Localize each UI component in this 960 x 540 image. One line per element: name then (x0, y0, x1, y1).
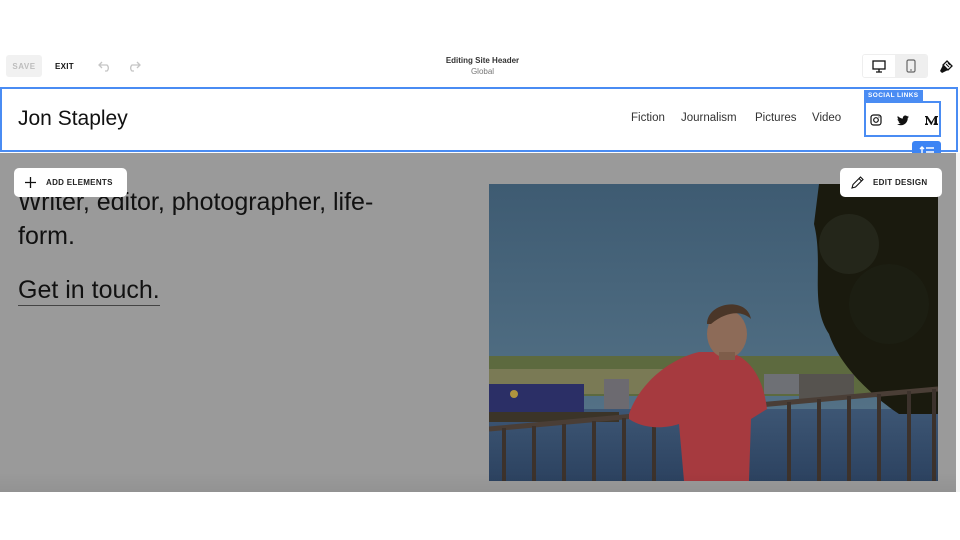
edit-design-label: EDIT DESIGN (873, 178, 928, 187)
twitter-link[interactable] (896, 113, 910, 127)
save-button[interactable]: SAVE (6, 55, 42, 77)
medium-link[interactable] (924, 113, 938, 127)
undo-button[interactable] (97, 58, 113, 74)
mobile-icon (906, 59, 916, 73)
social-links-block[interactable] (864, 101, 941, 137)
page-section[interactable]: Writer, editor, photographer, life-form.… (0, 153, 956, 492)
add-elements-label: ADD ELEMENTS (46, 178, 113, 187)
device-toggle (862, 54, 928, 78)
medium-icon (924, 116, 938, 125)
site-styles-button[interactable] (936, 57, 956, 77)
get-in-touch-link[interactable]: Get in touch. (18, 275, 160, 306)
desktop-view-button[interactable] (863, 55, 895, 77)
instagram-link[interactable] (869, 113, 883, 127)
site-header[interactable]: Jon Stapley Fiction Journalism Pictures … (0, 87, 958, 152)
paintbrush-icon (940, 60, 953, 73)
plus-icon (25, 177, 36, 188)
page-scrollbar[interactable] (956, 153, 960, 492)
social-links-label: SOCIAL LINKS (864, 90, 923, 101)
redo-icon (130, 61, 141, 72)
instagram-icon (870, 114, 882, 126)
redo-button[interactable] (126, 58, 142, 74)
mobile-view-button[interactable] (895, 55, 927, 77)
nav-link-pictures[interactable]: Pictures (755, 112, 797, 124)
hero-photo[interactable] (489, 184, 938, 481)
editor-toolbar: SAVE EXIT Editing Site Header Global (0, 52, 960, 82)
desktop-icon (872, 59, 886, 73)
nav-link-fiction[interactable]: Fiction (631, 112, 665, 124)
editing-subtitle: Global (470, 67, 495, 76)
site-title[interactable]: Jon Stapley (18, 107, 128, 131)
nav-link-journalism[interactable]: Journalism (681, 112, 737, 124)
edit-design-button[interactable]: EDIT DESIGN (840, 168, 942, 197)
pencil-icon (851, 176, 864, 189)
twitter-icon (897, 115, 909, 125)
exit-button[interactable]: EXIT (55, 55, 74, 77)
editing-context: Editing Site Header Global (380, 55, 585, 77)
editor-root: SAVE EXIT Editing Site Header Global Jon… (0, 0, 960, 540)
editing-title: Editing Site Header (445, 56, 520, 65)
nav-link-video[interactable]: Video (812, 112, 841, 124)
undo-icon (98, 61, 109, 72)
photo-illustration (489, 184, 938, 481)
add-elements-button[interactable]: ADD ELEMENTS (14, 168, 127, 197)
